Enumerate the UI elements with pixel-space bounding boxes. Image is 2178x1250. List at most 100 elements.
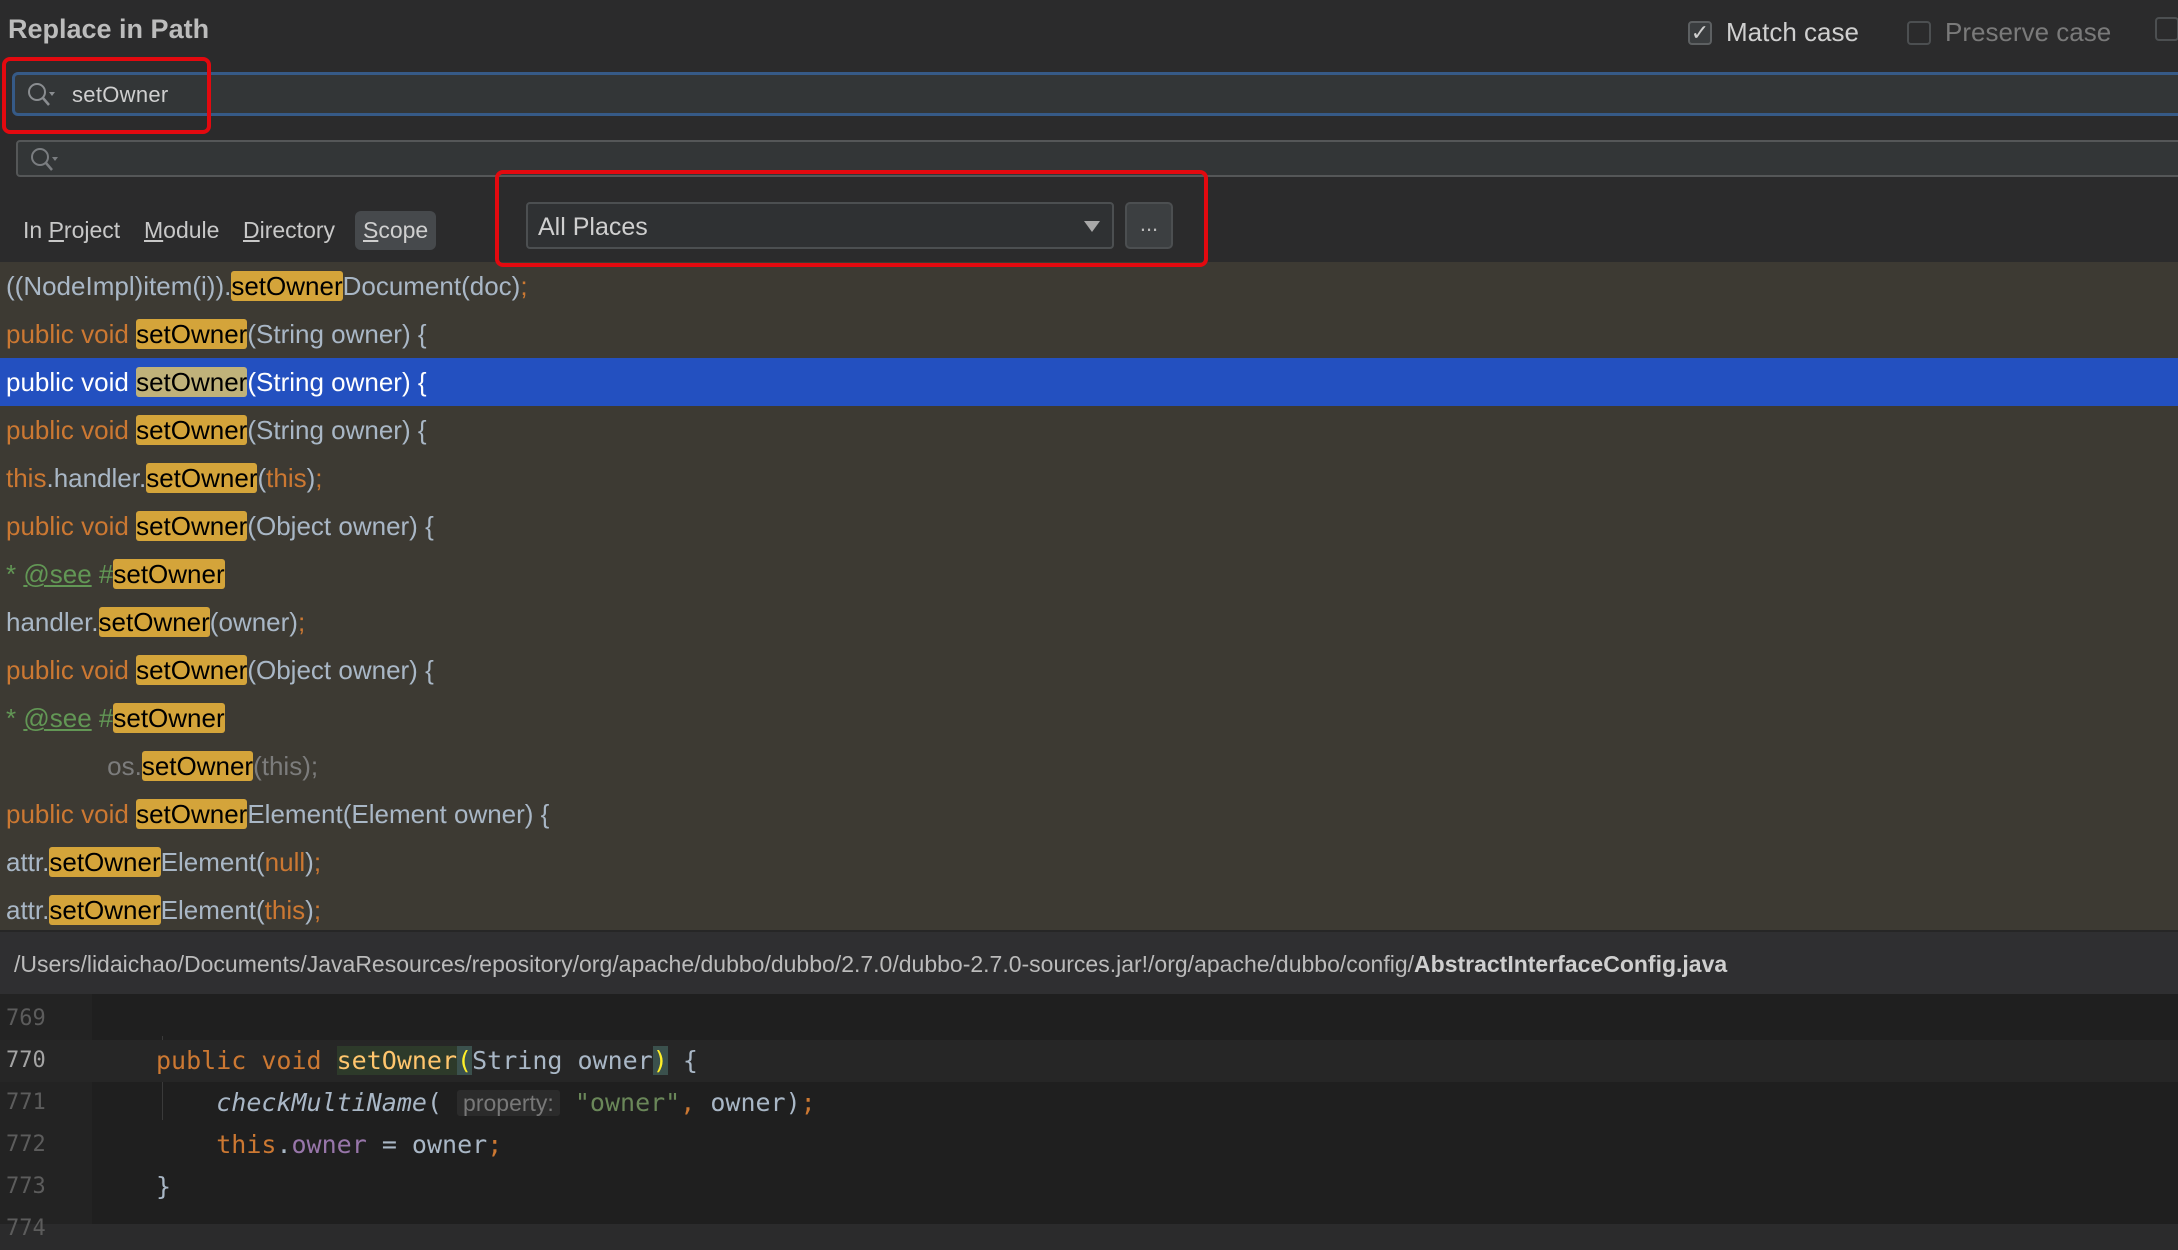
result-row[interactable]: public void setOwner(String owner) { [0,406,2178,454]
result-text: (String owner) { [247,415,427,445]
result-text: (String owner) { [247,367,427,397]
result-text: @see [23,559,92,589]
code-line[interactable]: 773} [0,1166,2178,1208]
match-highlight: setOwner [136,415,248,445]
result-row[interactable]: this.handler.setOwner(this); [0,454,2178,502]
code-token: ; [800,1088,816,1117]
empty-checkbox-icon [1907,20,1931,45]
result-row[interactable]: * @see #setOwner [0,550,2178,598]
result-text: (this); [253,751,319,781]
chevron-down-icon [1084,221,1100,232]
result-text: public void [6,511,137,541]
result-row[interactable]: attr.setOwnerElement(null); [0,838,2178,886]
result-row[interactable]: public void setOwner(Object owner) { [0,502,2178,550]
code-token: owner [291,1130,367,1159]
tab-mnemonic: P [48,217,64,243]
code-token: { [667,1046,698,1075]
result-text: ) [305,847,314,877]
result-text: ; [520,271,528,301]
match-case-label: Match case [1726,17,1859,47]
result-text: (Object owner) { [247,511,434,541]
match-highlight: setOwner [113,559,225,589]
preserve-case-checkbox[interactable]: Preserve case [1907,17,2111,48]
match-highlight: setOwner [49,895,161,925]
tab-directory[interactable]: Directory [235,211,343,250]
code-token: ( [457,1046,473,1075]
code-token: . [276,1130,292,1159]
tab-label: irectory [259,217,336,243]
code-token: , [680,1088,711,1117]
code-preview[interactable]: 769 770 public void setOwner(String owner)… [0,994,2178,1241]
code-line[interactable]: 770 public void setOwner(String owner) { [0,1040,2178,1082]
result-text: (String owner) { [247,319,427,349]
scope-more-button[interactable]: ... [1125,202,1173,249]
result-row[interactable]: public void setOwner(String owner) { [0,358,2178,406]
result-text: Element( [160,847,265,877]
tab-in-project[interactable]: In Project [15,211,128,250]
result-row[interactable]: * @see #setOwner [0,694,2178,742]
result-row[interactable]: public void setOwner(Object owner) { [0,646,2178,694]
result-text: Element( [160,895,265,925]
result-row[interactable]: public void setOwner(String owner) { [0,310,2178,358]
search-history-icon[interactable] [25,80,57,108]
match-highlight: setOwner [136,367,248,397]
tab-label: cope [378,217,429,243]
find-input-value[interactable]: setOwner [72,82,169,108]
result-row[interactable]: ((NodeImpl)item(i)).setOwnerDocument(doc… [0,262,2178,310]
line-number: 769 [6,1006,46,1031]
tab-scope[interactable]: Scope [355,211,437,250]
code-line[interactable]: 774 [0,1208,2178,1250]
checkmark-icon: ✓ [1688,20,1712,45]
tab-label: roject [63,217,121,243]
match-highlight: setOwner [136,511,248,541]
line-number: 770 [6,1048,46,1073]
match-highlight: setOwner [141,751,254,781]
result-text: ; [313,895,322,925]
result-text: this [266,463,307,493]
scope-dropdown[interactable]: All Places [526,202,1114,249]
result-text: this [6,463,47,493]
code-token: setOwner [336,1046,458,1075]
code-token: String owner [472,1046,653,1075]
match-highlight: setOwner [136,319,248,349]
result-row[interactable]: handler.setOwner(owner); [0,598,2178,646]
code-text: checkMultiName( property: "owner", owner… [156,1082,816,1124]
match-highlight: setOwner [98,607,210,637]
find-input[interactable]: setOwner [12,72,2178,116]
result-text: * [6,559,24,589]
result-text: attr. [6,895,50,925]
match-highlight: setOwner [146,463,258,493]
result-row[interactable]: attr.setOwnerElement(this); [0,886,2178,934]
result-text: ; [315,463,323,493]
result-text: Element(Element owner) { [247,799,550,829]
result-text: attr. [6,847,50,877]
result-text: this [264,895,306,925]
match-case-checkbox[interactable]: ✓ Match case [1688,17,1859,48]
tab-label: In [23,217,49,243]
code-text: } [156,1166,171,1208]
results-list[interactable]: ((NodeImpl)item(i)).setOwnerDocument(doc… [0,262,2178,930]
match-highlight: setOwner [136,655,248,685]
result-text: ) [306,463,316,493]
code-line[interactable]: 769 [0,998,2178,1040]
parameter-hint: property: [457,1090,560,1116]
result-row[interactable]: public void setOwnerElement(Element owne… [0,790,2178,838]
code-line[interactable]: 772 this.owner = owner; [0,1124,2178,1166]
result-text: ) [305,895,314,925]
result-text: * [6,703,24,733]
tab-mnemonic: D [243,217,260,243]
tab-module[interactable]: Module [136,211,227,250]
result-text: Document(doc) [342,271,521,301]
line-number: 772 [6,1132,46,1157]
search-history-icon[interactable] [28,145,60,173]
partial-checkbox[interactable] [2155,17,2178,41]
line-number: 771 [6,1090,46,1115]
code-line[interactable]: 771 checkMultiName( property: "owner", o… [0,1082,2178,1124]
result-text: ; [297,607,306,637]
result-row[interactable]: os.setOwner(this); [0,742,2178,790]
replace-input[interactable] [16,140,2178,177]
code-token: ( [426,1088,458,1117]
